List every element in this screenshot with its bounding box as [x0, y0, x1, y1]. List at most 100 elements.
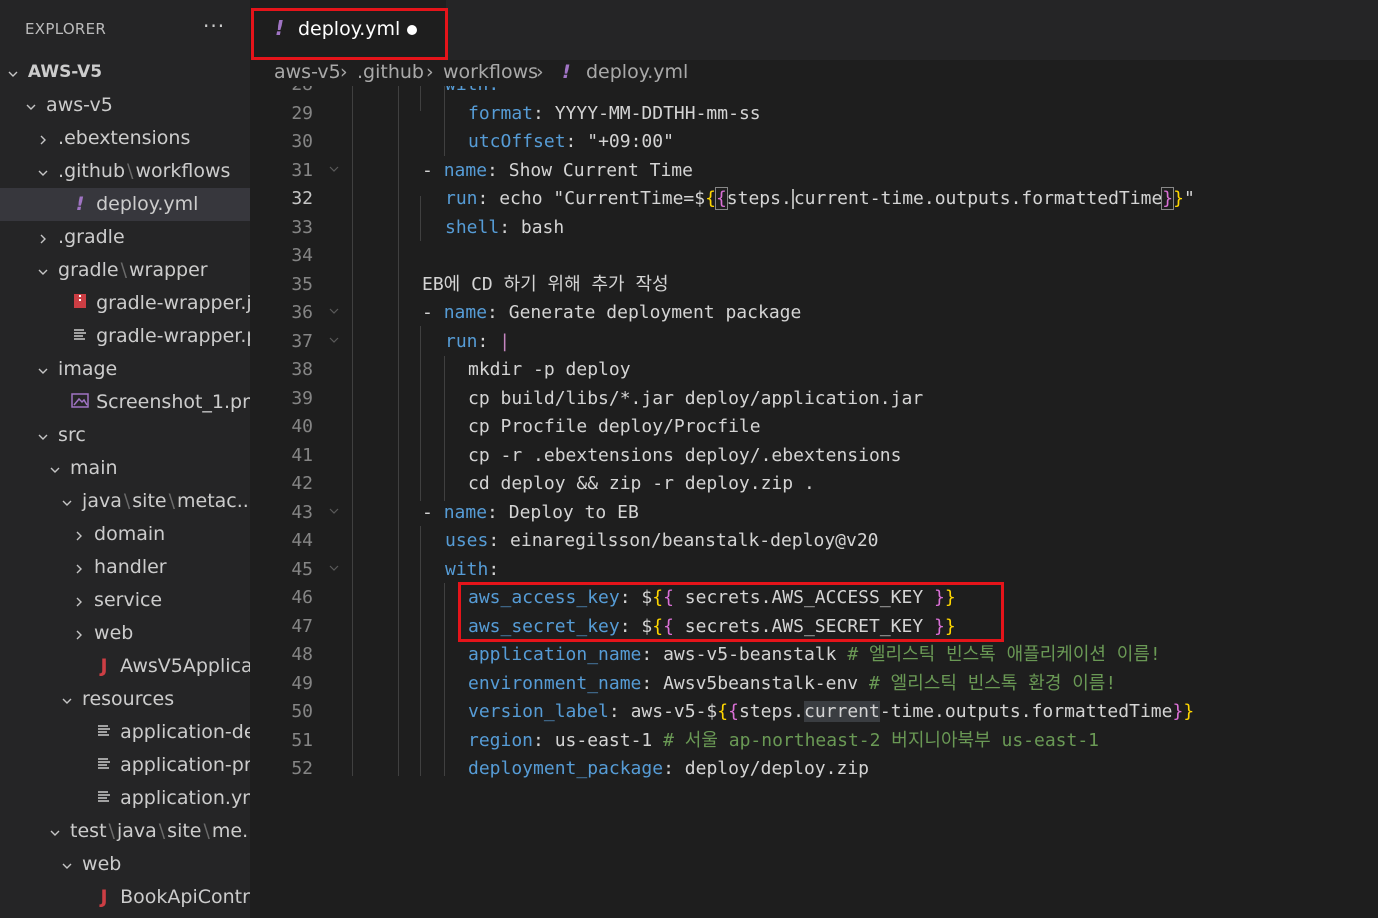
breadcrumb-item-aws-v5[interactable]: aws-v5 — [274, 61, 341, 83]
tree-item[interactable]: .gradle — [0, 221, 250, 254]
path-separator: \ — [158, 820, 166, 842]
tree-item-label: application-dev.... — [120, 721, 250, 743]
path-separator: \ — [108, 820, 115, 842]
code-line-31: - name: Show Current Time — [422, 160, 693, 181]
tree-item-label: BookApiControll... — [120, 886, 250, 908]
tree-item-label: Screenshot_1.png — [96, 391, 250, 413]
tree-item[interactable]: web — [0, 848, 250, 881]
tree-item[interactable]: .ebextensions — [0, 122, 250, 155]
fold-chevron-icon[interactable] — [328, 157, 340, 185]
code-line-41: cp -r .ebextensions deploy/.ebextensions — [468, 445, 902, 466]
code-line-partial: with: — [445, 86, 499, 99]
tree-item-label: resources — [82, 688, 175, 710]
tree-item[interactable]: J BookApiControll... — [0, 881, 251, 914]
tree-item-label: web — [82, 853, 122, 875]
tree-item[interactable]: resources — [0, 683, 250, 716]
code-line-38: mkdir -p deploy — [468, 359, 631, 380]
line-number: 46 — [291, 587, 313, 608]
chevron-down-icon — [34, 254, 52, 287]
line-number: 35 — [291, 274, 313, 295]
breadcrumb: aws-v5 › .github › workflows › ! deploy.… — [250, 60, 1378, 86]
tree-item-label: application.yml — [120, 787, 250, 809]
tree-item[interactable]: gradle-wrapper.jar — [0, 287, 250, 320]
line-number: 37 — [291, 331, 313, 352]
code-line-48: application_name: aws-v5-beanstalk # 엘리스… — [468, 644, 1161, 665]
settings-file-icon — [94, 749, 114, 782]
code-line-52: deployment_package: deploy/deploy.zip — [468, 758, 869, 779]
tree-item[interactable]: application-pro... — [0, 749, 250, 782]
tree-item[interactable]: handler — [0, 551, 250, 584]
code-line-42: cd deploy && zip -r deploy.zip . — [468, 473, 815, 494]
code-line-29: format: YYYY-MM-DDTHH-mm-ss — [468, 103, 761, 124]
code-line-49: environment_name: Awsv5beanstalk-env # 엘… — [468, 673, 1117, 694]
line-number: 29 — [291, 103, 313, 124]
tree-item-label: src — [58, 424, 86, 446]
line-number: 45 — [291, 559, 313, 580]
line-number: 41 — [291, 445, 313, 466]
tree-item[interactable]: application.yml — [0, 782, 250, 815]
file-tree: AWS-V5 aws-v5 .ebextensions .github \ work… — [0, 56, 250, 914]
tree-item[interactable]: application-dev.... — [0, 716, 250, 749]
chevron-right-icon — [70, 584, 88, 617]
tree-item[interactable]: .github \ workflows — [0, 155, 250, 188]
tree-item[interactable]: gradle \ wrapper — [0, 254, 250, 287]
path-separator: \ — [120, 259, 127, 281]
tree-item[interactable]: J AwsV5Applicati... — [0, 650, 251, 683]
explorer-sidebar: EXPLORER ··· AWS-V5 aws-v5 .ebextensions… — [0, 0, 250, 918]
tree-item-label-part: workflows — [135, 160, 231, 182]
code-line-33: shell: bash — [445, 217, 565, 238]
tree-item[interactable]: main — [0, 452, 250, 485]
tree-item[interactable]: domain — [0, 518, 250, 551]
tree-item[interactable]: test\java\site\me... — [0, 815, 250, 848]
chevron-down-icon — [58, 848, 76, 881]
tree-item-label: aws-v5 — [46, 94, 113, 116]
chevron-down-icon — [34, 419, 52, 452]
tree-item[interactable]: AWS-V5 — [0, 56, 250, 89]
explorer-header: EXPLORER ··· — [0, 0, 250, 60]
tree-item[interactable]: gradle-wrapper.pr... — [0, 320, 250, 353]
code-editor[interactable]: with: 28 29 30 31 32 33 34 35 36 37 38 39 40 41 42 43 44… — [250, 86, 1378, 918]
tree-item-label: AwsV5Applicati... — [120, 655, 250, 677]
tree-item[interactable]: image — [0, 353, 250, 386]
tree-item-label: gradle — [58, 259, 119, 281]
code-line-36: - name: Generate deployment package — [422, 302, 802, 323]
tree-item-label-part: wrapper — [129, 259, 208, 281]
line-number: 47 — [291, 616, 313, 637]
fold-chevron-icon[interactable] — [328, 299, 340, 327]
tree-item-label-part: site — [167, 820, 202, 842]
chevron-down-icon — [34, 353, 52, 386]
tree-item-label-part: metac... — [177, 490, 250, 512]
line-number: 32 — [291, 188, 313, 209]
chevron-right-icon: › — [340, 61, 348, 83]
breadcrumb-item-deploy-yml[interactable]: deploy.yml — [586, 61, 688, 83]
line-number: 36 — [291, 302, 313, 323]
tree-item[interactable]: src — [0, 419, 250, 452]
fold-chevron-icon[interactable] — [328, 499, 340, 527]
tree-item-label: java — [82, 490, 122, 512]
line-number: 38 — [291, 359, 313, 380]
settings-file-icon — [70, 320, 90, 353]
tree-item-label: .github — [58, 160, 126, 182]
tree-item[interactable]: java \ site \ metac... — [0, 485, 250, 518]
tree-item[interactable]: Screenshot_1.png — [0, 386, 250, 419]
tree-item-label-part: me... — [211, 820, 250, 842]
line-number: 43 — [291, 502, 313, 523]
chevron-down-icon — [22, 89, 40, 122]
java-icon: J — [100, 655, 108, 677]
code-line-51: region: us-east-1 # 서울 ap-northeast-2 버지… — [468, 730, 1100, 751]
chevron-down-icon — [4, 56, 22, 89]
tree-item-label: gradle-wrapper.pr... — [96, 325, 250, 347]
fold-chevron-icon[interactable] — [328, 328, 340, 356]
ellipsis-icon[interactable]: ··· — [203, 14, 225, 38]
tree-item[interactable]: web — [0, 617, 250, 650]
tree-item[interactable]: aws-v5 — [0, 89, 250, 122]
fold-chevron-icon[interactable] — [328, 556, 340, 584]
path-separator: \ — [127, 160, 134, 182]
line-number: 48 — [291, 644, 313, 665]
tree-item[interactable]: ! deploy.yml — [0, 188, 250, 221]
breadcrumb-item-github[interactable]: .github — [357, 61, 424, 83]
tree-item-label: service — [94, 589, 163, 611]
code-line-44: uses: einaregilsson/beanstalk-deploy@v20 — [445, 530, 879, 551]
tree-item[interactable]: service — [0, 584, 250, 617]
breadcrumb-item-workflows[interactable]: workflows — [443, 61, 538, 83]
